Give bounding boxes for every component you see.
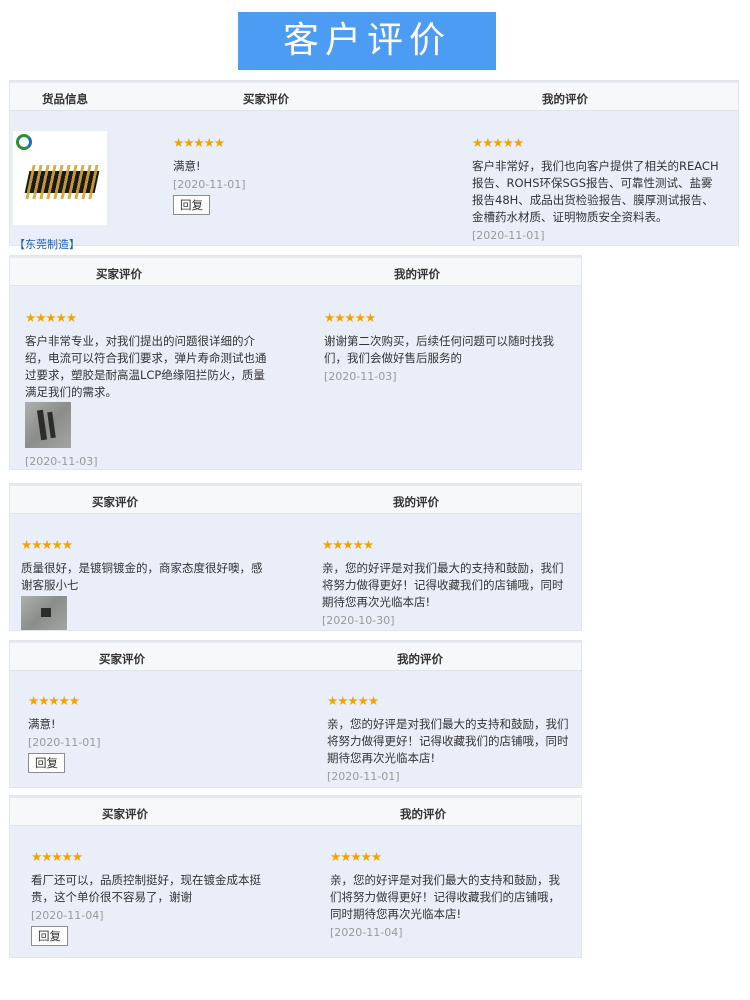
column-title-buyer-review: 买家评价 [92,495,138,509]
reply-button[interactable]: 回复 [31,926,68,946]
seller-rating-stars: ★★★★★ [327,693,379,708]
photo-product [41,608,51,617]
reply-button[interactable]: 回复 [28,753,65,773]
buyer-rating-stars: ★★★★★ [25,310,77,325]
seller-review-text: 亲，您的好评是对我们最大的支持和鼓励，我们将努力做得更好！记得收藏我们的店铺哦，… [327,717,569,765]
shop-link[interactable]: 【东莞制造】 [14,236,80,252]
column-title-buyer-review: 买家评价 [243,92,289,106]
reply-button[interactable]: 回复 [173,195,210,215]
seller-review: ★★★★★ 亲，您的好评是对我们最大的支持和鼓励，我们将努力做得更好！记得收藏我… [330,850,570,941]
buyer-review: ★★★★★ 满意! [2020-11-01] 回复 [173,136,423,215]
seller-review: ★★★★★ 谢谢第二次购买，后续任何问题可以随时找我们，我们会做好售后服务的 [… [324,311,564,385]
review-card-header: 买家评价 我的评价 [10,484,581,514]
seller-rating-stars: ★★★★★ [330,849,382,864]
buyer-review: ★★★★★ 客户非常专业，对我们提出的问题很详细的介绍，电流可以符合我们要求，弹… [25,311,270,401]
seller-review-text: 亲，您的好评是对我们最大的支持和鼓励，我们将努力做得更好！记得收藏我们的店铺哦，… [330,873,560,921]
buyer-review: ★★★★★ 满意! [2020-11-01] 回复 [28,694,268,773]
seller-review-date: [2020-11-01] [472,229,545,242]
buyer-rating-stars: ★★★★★ [21,537,73,552]
column-title-my-review: 我的评价 [393,495,439,509]
buyer-review: ★★★★★ 看厂还可以，品质控制挺好，现在镀金成本挺贵，这个单价很不容易了，谢谢… [31,850,271,946]
seller-review: ★★★★★ 客户非常好，我们也向客户提供了相关的REACH报告、ROHS环保SG… [472,136,720,244]
buyer-review-text: 质量很好，是镀铜镀金的，商家态度很好噢，感谢客服小七 [21,561,263,592]
buyer-review-date: [2020-11-01] [28,736,101,749]
buyer-rating-stars: ★★★★★ [28,693,80,708]
seller-review-text: 亲，您的好评是对我们最大的支持和鼓励，我们将努力做得更好！记得收藏我们的店铺哦，… [322,561,564,609]
column-title-buyer-review: 买家评价 [102,807,148,821]
seller-review-date: [2020-11-01] [327,770,400,783]
seller-review-date: [2020-11-03] [324,370,397,383]
buyer-review-date: [2020-11-04] [31,909,104,922]
buyer-rating-stars: ★★★★★ [173,135,225,150]
column-title-buyer-review: 买家评价 [99,652,145,666]
seller-review-date: [2020-10-30] [322,614,395,627]
buyer-review-text: 满意! [173,159,201,173]
page-banner: 客户评价 [238,12,496,70]
seller-rating-stars: ★★★★★ [322,537,374,552]
banner-title: 客户评价 [282,20,451,61]
column-title-my-review: 我的评价 [397,652,443,666]
seller-review-text: 谢谢第二次购买，后续任何问题可以随时找我们，我们会做好售后服务的 [324,334,554,365]
buyer-review-text: 客户非常专业，对我们提出的问题很详细的介绍，电流可以符合我们要求，弹片寿命测试也… [25,334,267,399]
buyer-review-date: [2020-11-01] [173,178,246,191]
column-title-goods-info: 货品信息 [42,92,88,106]
column-title-buyer-review: 买家评价 [96,267,142,281]
shop-logo-icon [16,134,32,150]
buyer-review: ★★★★★ 质量很好，是镀铜镀金的，商家态度很好噢，感谢客服小七 [21,538,269,594]
buyer-review-date: [2020-11-03] [25,455,98,468]
buyer-review-photo[interactable] [21,596,67,630]
seller-review: ★★★★★ 亲，您的好评是对我们最大的支持和鼓励，我们将努力做得更好！记得收藏我… [327,694,570,785]
connector-pins-image [25,165,99,199]
photo-product [47,411,56,439]
review-card-header: 买家评价 我的评价 [10,641,581,671]
review-card-header: 买家评价 我的评价 [10,256,581,286]
buyer-review-text: 满意! [28,717,56,731]
buyer-review-photo[interactable] [25,402,71,448]
photo-product [36,409,48,441]
seller-review-date: [2020-11-04] [330,926,403,939]
column-title-my-review: 我的评价 [394,267,440,281]
review-card-header: 买家评价 我的评价 [10,796,581,826]
review-card-header: 货品信息 买家评价 我的评价 [10,81,738,111]
product-thumbnail[interactable] [13,131,107,225]
seller-rating-stars: ★★★★★ [472,135,524,150]
seller-review-text: 客户非常好，我们也向客户提供了相关的REACH报告、ROHS环保SGS报告、可靠… [472,159,719,224]
buyer-review-text: 看厂还可以，品质控制挺好，现在镀金成本挺贵，这个单价很不容易了，谢谢 [31,873,261,904]
column-title-my-review: 我的评价 [400,807,446,821]
buyer-rating-stars: ★★★★★ [31,849,83,864]
seller-review: ★★★★★ 亲，您的好评是对我们最大的支持和鼓励，我们将努力做得更好！记得收藏我… [322,538,570,629]
seller-rating-stars: ★★★★★ [324,310,376,325]
column-title-my-review: 我的评价 [542,92,588,106]
